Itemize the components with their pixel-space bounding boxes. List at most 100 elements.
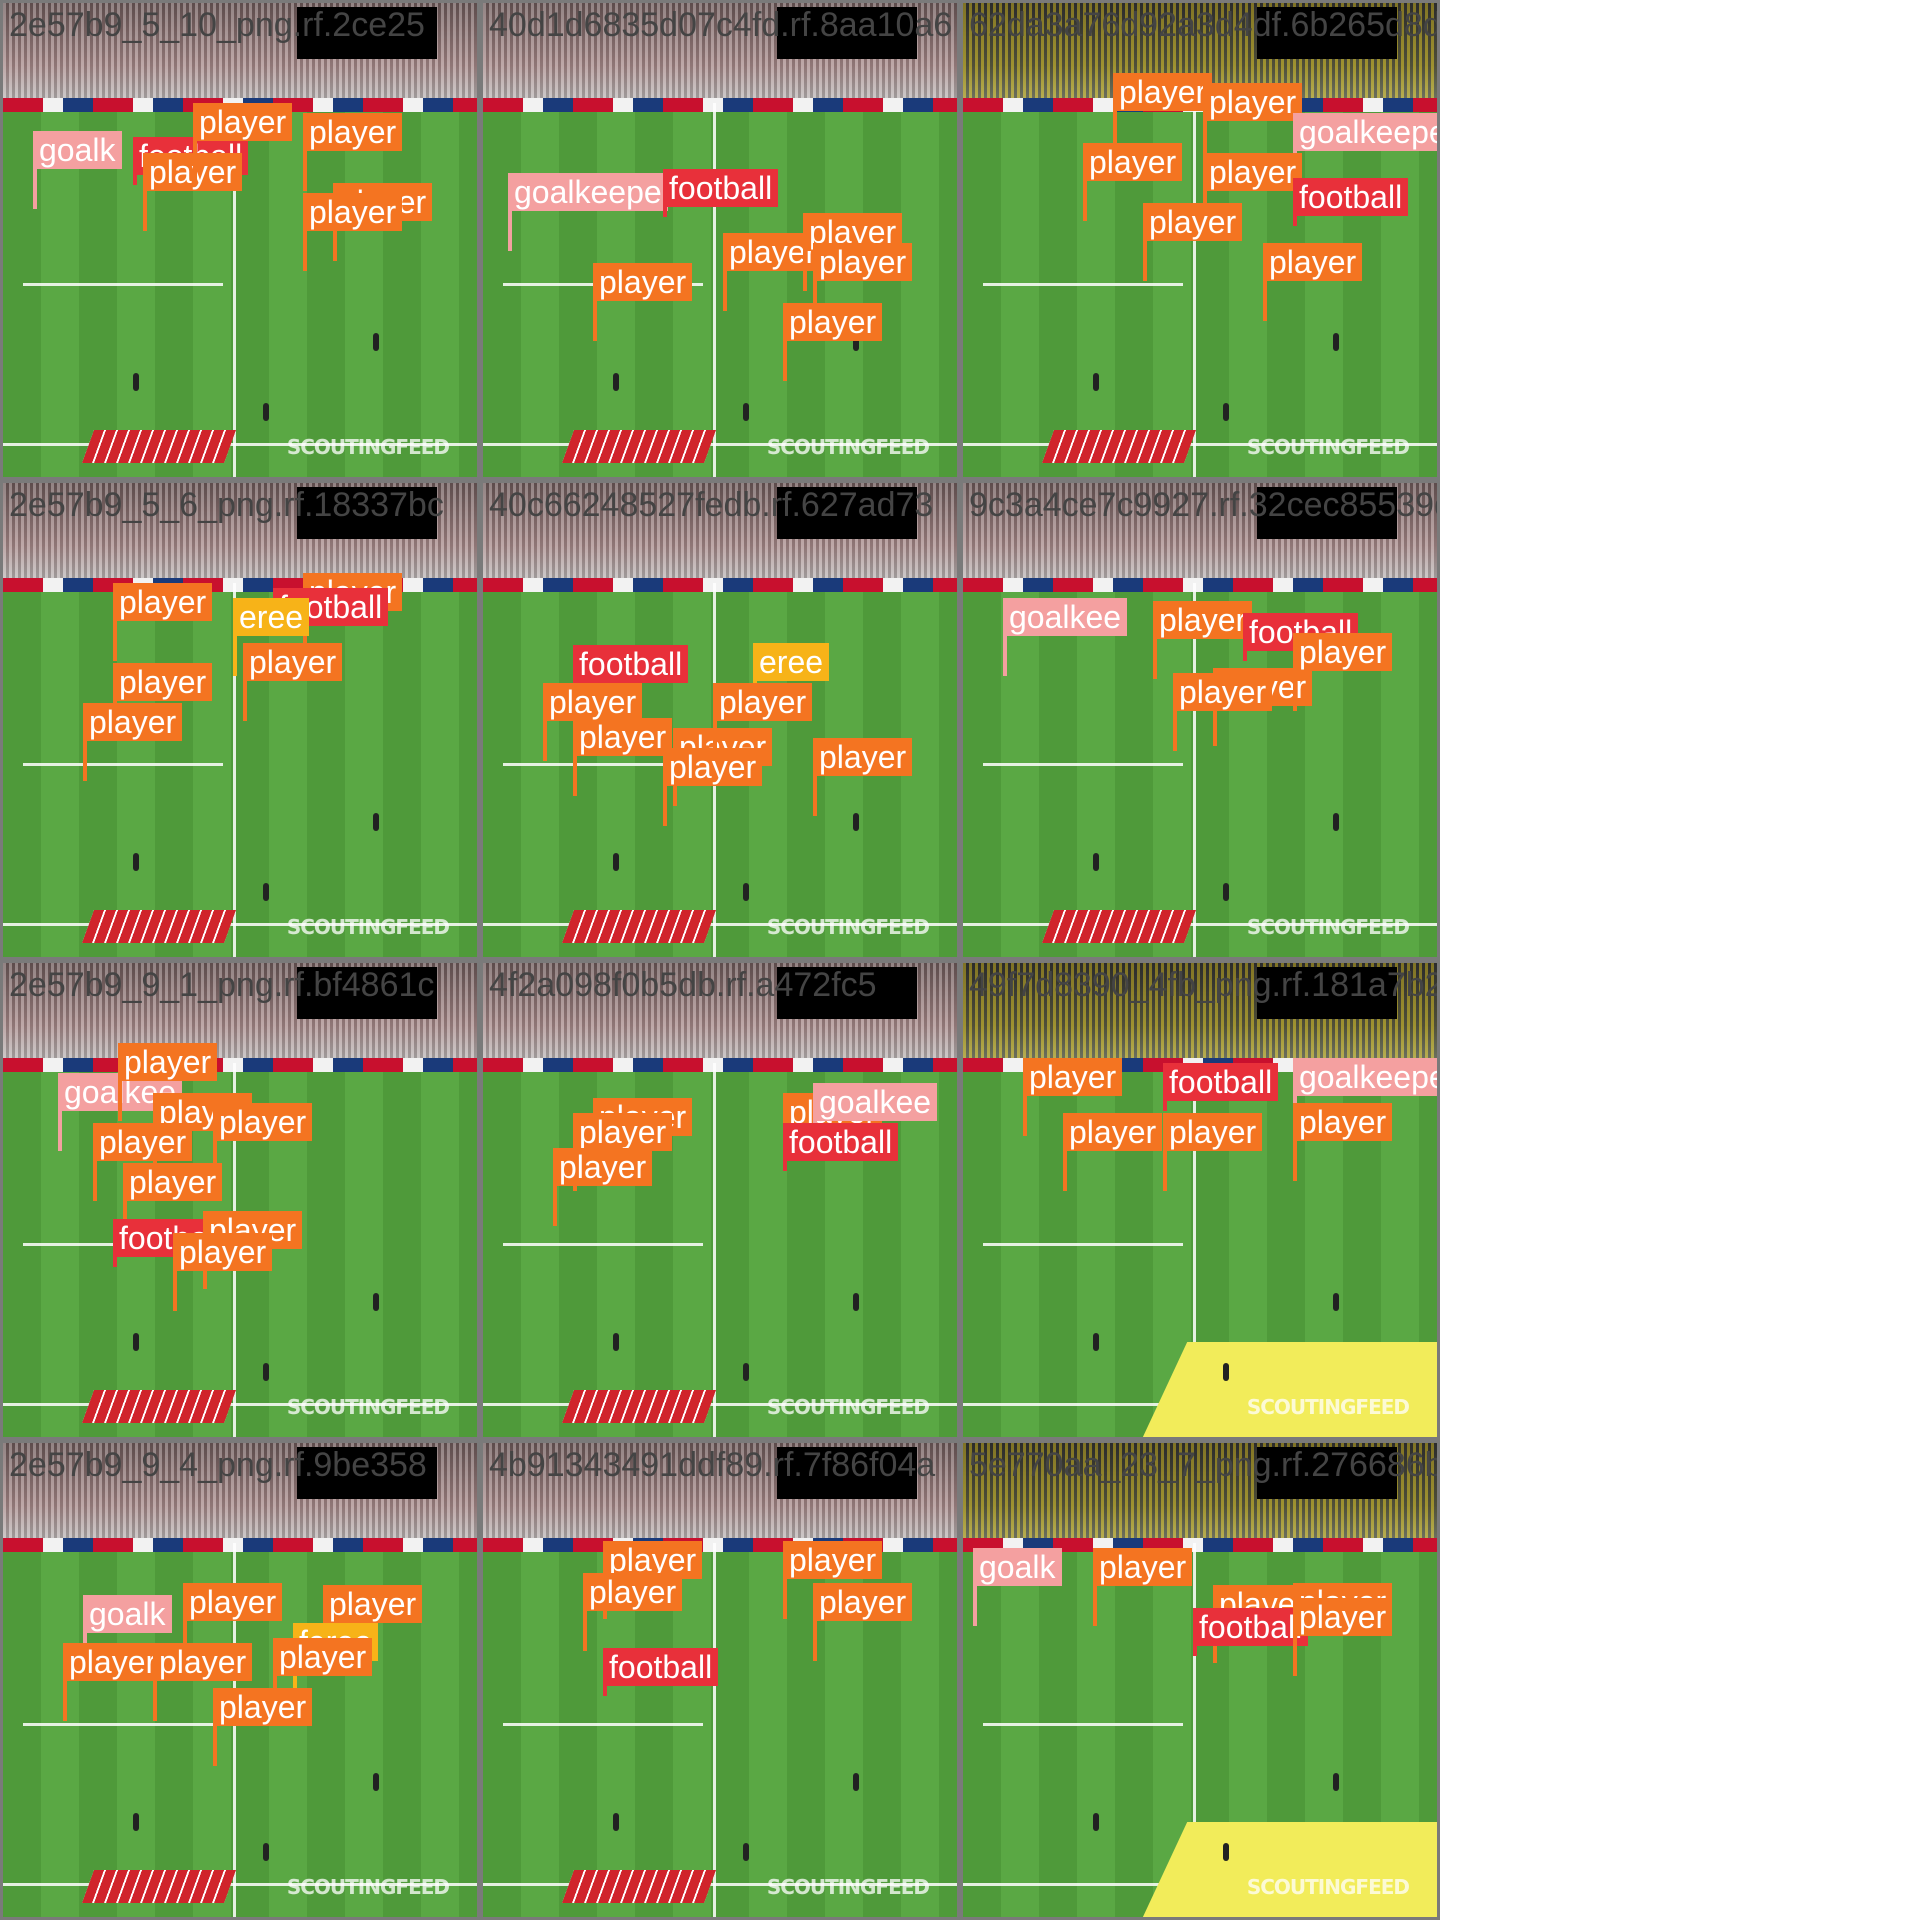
sponsor-banner: [1143, 1822, 1437, 1917]
player-label: player: [573, 1113, 673, 1191]
dugout-seats: [562, 429, 717, 463]
goalkeeper-label: goalkee: [1003, 598, 1128, 676]
tile-caption: 62da3a76d92a3d4df.6b265d8de9d80cf0ae84c1: [969, 6, 1440, 44]
tile-caption: 2e57b9_9_1_png.rf.bf4861c: [9, 966, 435, 1004]
pitch-line: [503, 1723, 703, 1726]
detection-mosaic: SCOUTINGFEED 2e57b9_5_10_png.rf.2ce25goal…: [0, 0, 1920, 1920]
player-label: player: [1203, 83, 1303, 161]
player-label: player: [1143, 203, 1243, 281]
player-label: player: [813, 738, 913, 816]
player-label: player: [1113, 73, 1213, 151]
sideline-person: [853, 813, 859, 831]
sideline-person: [743, 883, 749, 901]
pitch-line: [983, 1243, 1183, 1246]
goalkeeper-label: goalkeeper: [1293, 1058, 1437, 1136]
sideline-person: [133, 1813, 139, 1831]
advertising-board: [483, 1537, 957, 1553]
sideline-person: [743, 1843, 749, 1861]
sideline-person: [1093, 373, 1099, 391]
watermark: SCOUTINGFEED: [766, 1395, 930, 1419]
player-label: player: [113, 663, 213, 741]
player-label: player: [1293, 1103, 1393, 1181]
pitch-line: [713, 1543, 716, 1917]
player-label: player: [183, 1583, 283, 1661]
tile-caption: 2e57b9_5_10_png.rf.2ce25: [9, 6, 425, 44]
pitch-line: [713, 103, 716, 477]
advertising-board: [483, 577, 957, 593]
tile-caption: 5e770aa_23_7_png.rf.276686bd540a938ce876…: [969, 1446, 1437, 1484]
goalkeeper-label: goalkeeper: [1293, 113, 1437, 191]
pitch-line: [713, 1063, 716, 1437]
sideline-person: [1223, 883, 1229, 901]
image-tile: SCOUTINGFEED 62da3a76d92a3d4df.6b265d8de9…: [960, 0, 1440, 480]
player-label: player: [1263, 243, 1363, 321]
sideline-person: [613, 373, 619, 391]
watermark: SCOUTINGFEED: [766, 435, 930, 459]
player-label: player: [123, 1163, 223, 1241]
tile-caption: 40c66248527fedb.rf.627ad73: [489, 486, 934, 524]
sideline-person: [133, 1333, 139, 1351]
sponsor-banner: [1143, 1342, 1437, 1437]
football-label: football: [603, 1648, 719, 1696]
player-label: player: [713, 683, 813, 761]
player-label: player: [273, 1638, 373, 1716]
player-label: player: [213, 1103, 313, 1181]
dugout-seats: [1042, 909, 1197, 943]
sideline-person: [373, 333, 379, 351]
image-tile: SCOUTINGFEED 2e57b9_9_4_png.rf.9be358 goal…: [0, 1440, 480, 1920]
dugout-seats: [82, 909, 237, 943]
football-label: football: [783, 1123, 899, 1171]
dugout-seats: [82, 429, 237, 463]
goalkeeper-label: goalkeepe: [508, 173, 668, 251]
watermark: SCOUTINGFEED: [1246, 435, 1410, 459]
player-label: player: [113, 583, 213, 661]
dugout-seats: [562, 909, 717, 943]
player-label: player: [63, 1643, 163, 1721]
player-label: player: [1083, 143, 1183, 221]
tile-caption: 4f2a098f0b5db.rf.a472fc5: [489, 966, 877, 1004]
tile-caption: 2e57b9_5_6_png.rf.18337bc: [9, 486, 444, 524]
sideline-person: [1223, 403, 1229, 421]
sideline-person: [1333, 1293, 1339, 1311]
dugout-seats: [82, 1869, 237, 1903]
sideline-person: [743, 403, 749, 421]
player-label: player: [213, 1688, 313, 1766]
advertising-board: [3, 1057, 477, 1073]
dugout-seats: [562, 1869, 717, 1903]
sideline-person: [1223, 1363, 1229, 1381]
player-label: player: [1063, 1113, 1163, 1191]
sideline-person: [263, 1363, 269, 1381]
referee-label: eree: [753, 643, 830, 721]
player-label: player: [118, 1043, 218, 1121]
sideline-person: [263, 1843, 269, 1861]
image-tile: SCOUTINGFEED 40c66248527fedb.rf.627ad73 pl…: [480, 480, 960, 960]
advertising-board: [483, 1057, 957, 1073]
tile-caption: 2e57b9_9_4_png.rf.9be358: [9, 1446, 427, 1484]
image-tile: SCOUTINGFEED 4f2a098f0b5db.rf.a472fc5 play…: [480, 960, 960, 1440]
watermark: SCOUTINGFEED: [286, 915, 450, 939]
dugout-seats: [1042, 429, 1197, 463]
pitch-line: [983, 763, 1183, 766]
sideline-person: [1093, 853, 1099, 871]
pitch-line: [23, 763, 223, 766]
player-label: player: [93, 1123, 193, 1201]
sideline-person: [1333, 333, 1339, 351]
player-label: player: [173, 1233, 273, 1311]
advertising-board: [3, 577, 477, 593]
football-label: football: [1193, 1608, 1309, 1656]
football-label: football: [663, 169, 779, 217]
player-label: player: [1293, 633, 1393, 711]
sideline-person: [1333, 1773, 1339, 1791]
player-label: player: [1093, 1548, 1193, 1626]
goalkeeper-label: goalkee: [813, 1083, 938, 1161]
tile-caption: 9c3a4ce7c9927.rf.32cec85539d8d175a8cd8e: [969, 486, 1437, 524]
player-label: player: [573, 718, 673, 796]
sideline-person: [263, 403, 269, 421]
watermark: SCOUTINGFEED: [286, 435, 450, 459]
watermark: SCOUTINGFEED: [766, 915, 930, 939]
dugout-seats: [82, 1389, 237, 1423]
image-tile: SCOUTINGFEED 2e57b9_5_10_png.rf.2ce25 goal…: [0, 0, 480, 480]
sideline-person: [373, 813, 379, 831]
sideline-person: [853, 1773, 859, 1791]
sideline-person: [853, 1293, 859, 1311]
